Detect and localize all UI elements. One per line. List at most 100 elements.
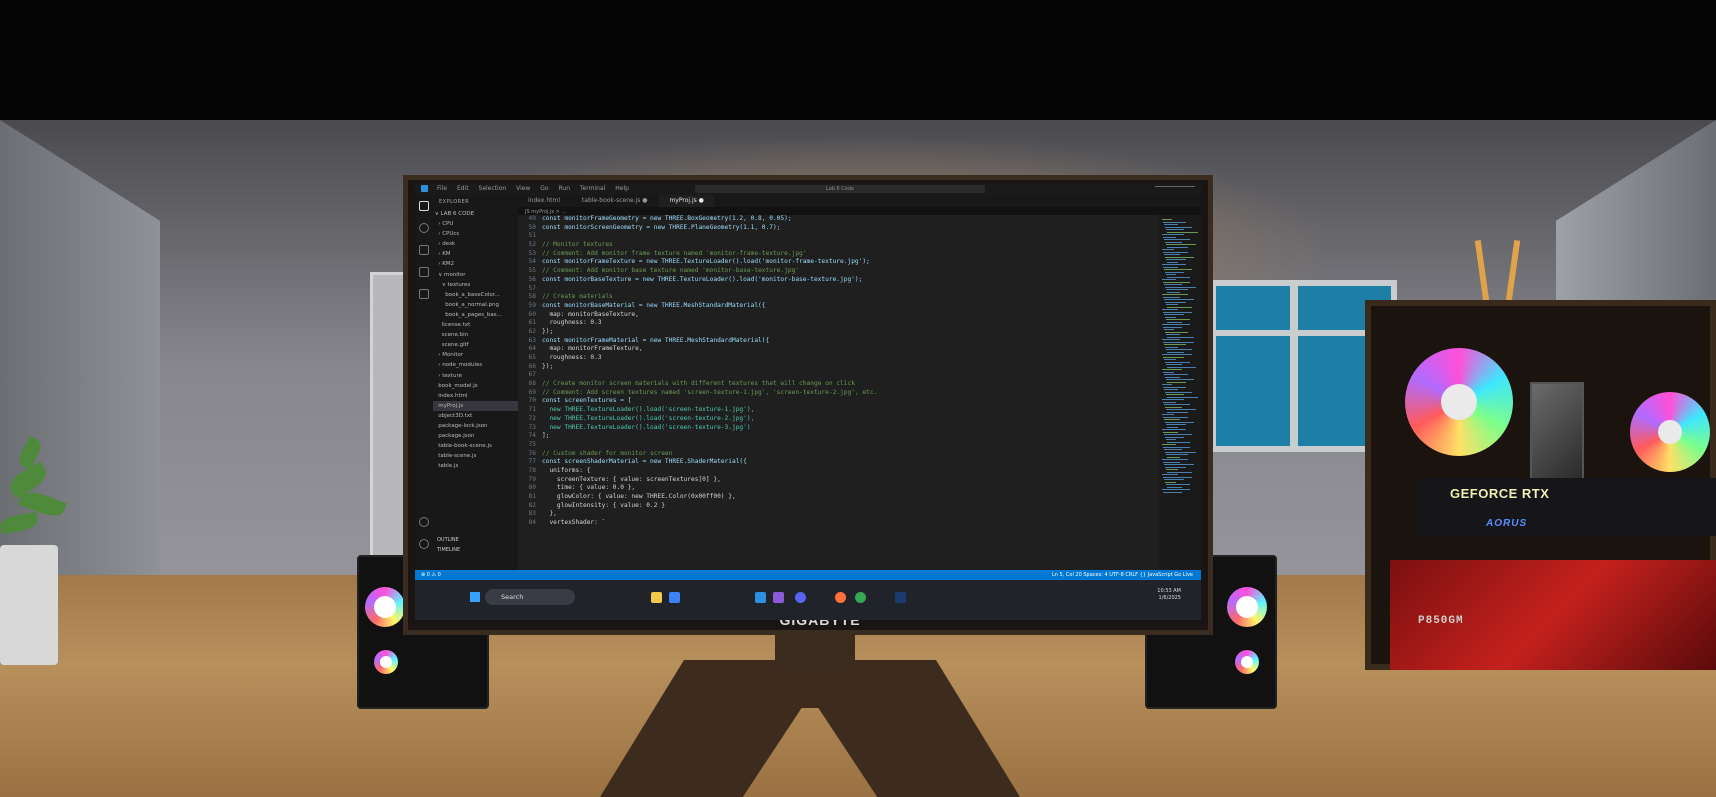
code-line[interactable]: 51	[518, 232, 1158, 241]
file-tree-item[interactable]: book_a_normal.png	[433, 300, 518, 310]
code-line[interactable]: 72 new THREE.TextureLoader().load('scree…	[518, 415, 1158, 424]
menu-selection[interactable]: Selection	[479, 183, 507, 195]
file-tree-item[interactable]: scene.bin	[433, 330, 518, 340]
menu-help[interactable]: Help	[615, 183, 629, 195]
file-tree-item[interactable]: table-scene.js	[433, 451, 518, 461]
search-icon[interactable]	[419, 223, 429, 233]
code-line[interactable]: 82 glowIntensity: { value: 0.2 }	[518, 502, 1158, 511]
file-tree-item[interactable]: › node_modules	[433, 360, 518, 370]
firefox-icon[interactable]	[835, 592, 846, 603]
window-controls[interactable]	[1155, 186, 1195, 193]
file-tree-item[interactable]: object3D.txt	[433, 411, 518, 421]
file-tree-item[interactable]: › CPUcc	[433, 229, 518, 239]
file-tree-item[interactable]: › CPU	[433, 219, 518, 229]
code-line[interactable]: 57	[518, 285, 1158, 294]
status-info[interactable]: Ln 5, Col 20 Spaces: 4 UTF-8 CRLF {} Jav…	[1052, 570, 1193, 580]
menu-view[interactable]: View	[516, 183, 530, 195]
file-tree-item[interactable]: ∨ LAB 6 CODE	[433, 209, 518, 219]
file-tree-item[interactable]: › KM2	[433, 259, 518, 269]
minimap-line	[1167, 291, 1180, 293]
explorer-icon[interactable]	[419, 201, 429, 211]
file-tree-item[interactable]: › texture	[433, 371, 518, 381]
discord-icon[interactable]	[795, 592, 806, 603]
file-tree-item[interactable]: ∨ monitor	[433, 270, 518, 280]
code-line[interactable]: 75	[518, 441, 1158, 450]
file-tree-item[interactable]: scene.gltf	[433, 340, 518, 350]
code-line[interactable]: 76 // Custom shader for monitor screen	[518, 450, 1158, 459]
problems-indicator[interactable]: ⊗ 0 ⚠ 0	[421, 570, 441, 580]
chrome-icon[interactable]	[855, 592, 866, 603]
menu-file[interactable]: File	[437, 183, 447, 195]
code-line[interactable]: 70 const screenTextures = [	[518, 397, 1158, 406]
photoshop-icon[interactable]	[895, 592, 906, 603]
file-tree-item[interactable]: › Monitor	[433, 350, 518, 360]
windows-start-icon[interactable]	[470, 592, 480, 602]
code-line[interactable]: 59 const monitorBaseMaterial = new THREE.…	[518, 302, 1158, 311]
file-tree-item[interactable]: ∨ textures	[433, 280, 518, 290]
code-line[interactable]: 61 roughness: 0.3	[518, 319, 1158, 328]
tab-table-book-scene[interactable]: table-book-scene.js ●	[572, 195, 658, 207]
menu-terminal[interactable]: Terminal	[580, 183, 605, 195]
code-line[interactable]: 73 new THREE.TextureLoader().load('scree…	[518, 424, 1158, 433]
run-debug-icon[interactable]	[419, 267, 429, 277]
file-tree-item[interactable]: book_a_baseColor...	[433, 290, 518, 300]
code-editor[interactable]: 49 const monitorFrameGeometry = new THREE…	[518, 215, 1158, 570]
file-tree-item[interactable]: book_model.js	[433, 381, 518, 391]
extensions-icon[interactable]	[419, 289, 429, 299]
code-line[interactable]: 63 const monitorFrameMaterial = new THREE…	[518, 337, 1158, 346]
gear-icon[interactable]	[419, 539, 429, 549]
code-line[interactable]: 84 vertexShader: `	[518, 519, 1158, 528]
command-center[interactable]: Lab 6 Code	[695, 185, 985, 193]
file-explorer-icon[interactable]	[651, 592, 662, 603]
tab-index-html[interactable]: index.html	[518, 195, 570, 207]
file-tree-item[interactable]: table.js	[433, 461, 518, 471]
file-tree-item[interactable]: package.json	[433, 431, 518, 441]
code-line[interactable]: 50 const monitorScreenGeometry = new THRE…	[518, 224, 1158, 233]
code-line[interactable]: 52 // Monitor textures	[518, 241, 1158, 250]
file-tree-item[interactable]: index.html	[433, 391, 518, 401]
code-line[interactable]: 62});	[518, 328, 1158, 337]
menu-go[interactable]: Go	[540, 183, 548, 195]
taskbar-search[interactable]: Search	[485, 589, 575, 605]
visual-studio-icon[interactable]	[773, 592, 784, 603]
code-line[interactable]: 71 new THREE.TextureLoader().load('scree…	[518, 406, 1158, 415]
file-tree-item[interactable]: package-lock.json	[433, 421, 518, 431]
code-line[interactable]: 66});	[518, 363, 1158, 372]
code-line[interactable]: 68 // Create monitor screen materials wit…	[518, 380, 1158, 389]
code-line[interactable]: 78 uniforms: {	[518, 467, 1158, 476]
file-tree-item[interactable]: license.txt	[433, 320, 518, 330]
menu-run[interactable]: Run	[559, 183, 571, 195]
code-line[interactable]: 83 },	[518, 510, 1158, 519]
file-tree-item[interactable]: myProj.js	[433, 400, 518, 411]
tab-myproj[interactable]: myProj.js ●	[659, 195, 714, 207]
code-line[interactable]: 64 map: monitorFrameTexture,	[518, 345, 1158, 354]
code-line[interactable]: 53 // Comment: Add monitor frame texture …	[518, 250, 1158, 259]
store-icon[interactable]	[669, 592, 680, 603]
code-line[interactable]: 58 // Create materials	[518, 293, 1158, 302]
menu-edit[interactable]: Edit	[457, 183, 469, 195]
file-tree-item[interactable]: › KM	[433, 249, 518, 259]
minimap[interactable]	[1158, 215, 1201, 570]
code-line[interactable]: 79 screenTexture: { value: screenTexture…	[518, 476, 1158, 485]
vscode-icon[interactable]	[755, 592, 766, 603]
code-line[interactable]: 80 time: { value: 0.0 },	[518, 484, 1158, 493]
account-icon[interactable]	[419, 517, 429, 527]
file-tree-item[interactable]: book_a_pages_bas...	[433, 310, 518, 320]
code-line[interactable]: 65 roughness: 0.3	[518, 354, 1158, 363]
code-text: uniforms: {	[542, 466, 591, 474]
code-line[interactable]: 81 glowColor: { value: new THREE.Color(0…	[518, 493, 1158, 502]
source-control-icon[interactable]	[419, 245, 429, 255]
code-line[interactable]: 60 map: monitorBaseTexture,	[518, 311, 1158, 320]
code-line[interactable]: 77 const screenShaderMaterial = new THREE…	[518, 458, 1158, 467]
outline-section[interactable]: OUTLINE	[437, 537, 459, 543]
timeline-section[interactable]: TIMELINE	[437, 547, 460, 553]
code-line[interactable]: 74];	[518, 432, 1158, 441]
file-tree-item[interactable]: › desk	[433, 239, 518, 249]
code-line[interactable]: 67	[518, 371, 1158, 380]
code-line[interactable]: 69 // Comment: Add screen textures named …	[518, 389, 1158, 398]
code-line[interactable]: 54 const monitorFrameTexture = new THREE.…	[518, 258, 1158, 267]
code-line[interactable]: 56 const monitorBaseTexture = new THREE.T…	[518, 276, 1158, 285]
code-line[interactable]: 55 // Comment: Add monitor base texture n…	[518, 267, 1158, 276]
file-tree-item[interactable]: table-book-scene.js	[433, 441, 518, 451]
code-line[interactable]: 49 const monitorFrameGeometry = new THREE…	[518, 215, 1158, 224]
